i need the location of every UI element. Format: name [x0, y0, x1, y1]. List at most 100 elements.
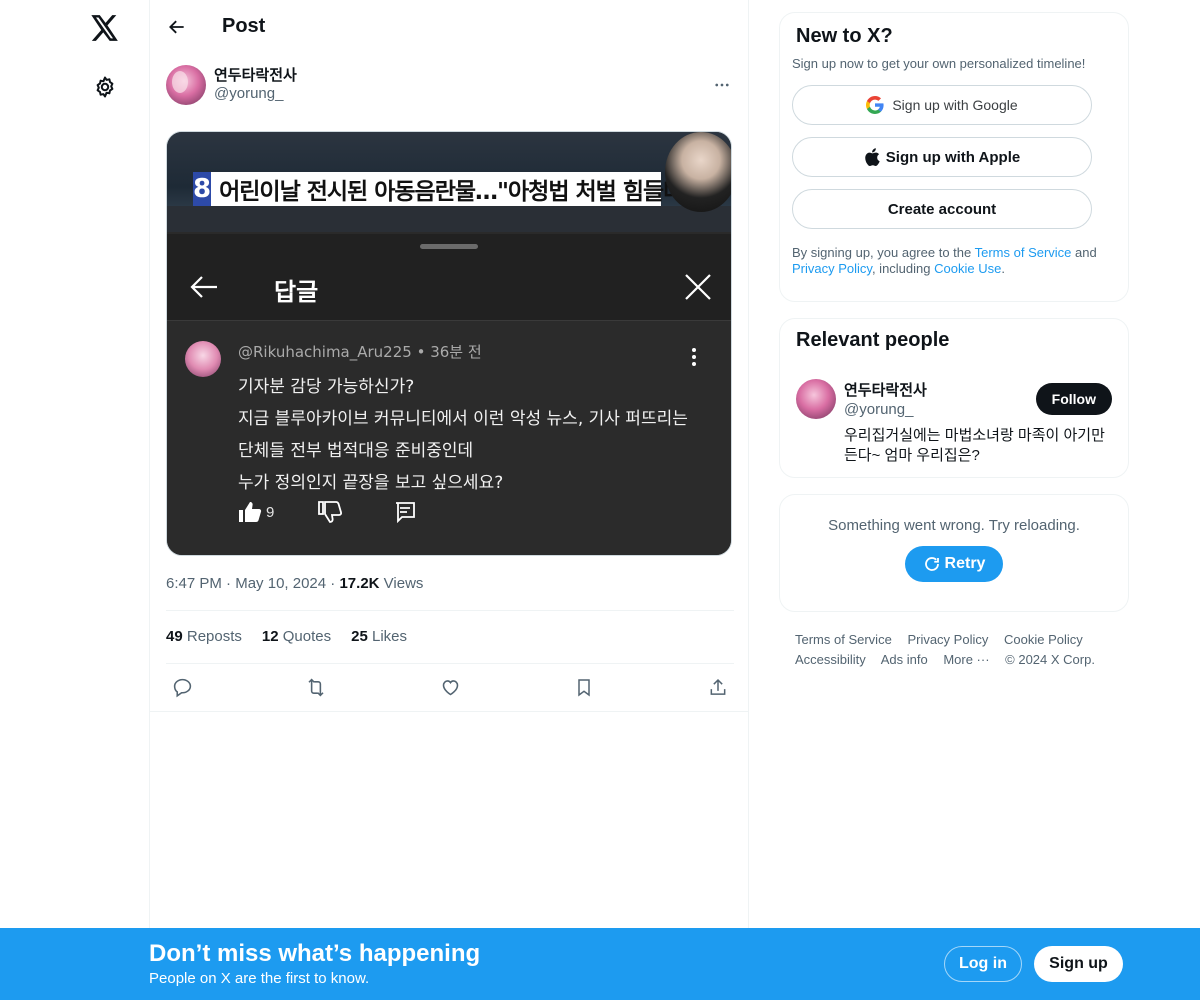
signup-legal-text: By signing up, you agree to the Terms of… — [792, 245, 1112, 277]
arrow-left-icon[interactable] — [166, 16, 188, 38]
bookmark-icon[interactable] — [572, 674, 596, 700]
main-column: Post 연두타락전사 @yorung_ 8 어린이날 전시된 아동음란물…"아… — [149, 0, 749, 1000]
avatar[interactable] — [166, 65, 206, 105]
google-icon — [866, 96, 884, 114]
signup-card-subtitle: Sign up now to get your own personalized… — [792, 56, 1086, 71]
signup-card: New to X? Sign up now to get your own pe… — [779, 12, 1129, 302]
quotes-stat[interactable]: 12 Quotes — [262, 628, 331, 645]
footer-link[interactable]: Accessibility — [795, 652, 866, 667]
footer-link[interactable]: More ··· — [943, 652, 989, 667]
gear-icon[interactable] — [85, 67, 125, 107]
thumbs-down-icon — [318, 501, 343, 523]
news-number: 8 — [193, 172, 212, 206]
post-author: 연두타락전사 @yorung_ — [166, 65, 734, 105]
news-strip — [167, 206, 731, 232]
news-broadcast: 8 어린이날 전시된 아동음란물…"아청법 처벌 힘들다" — [167, 132, 731, 232]
reposts-count: 49 — [166, 628, 183, 645]
legal-prefix: By signing up, you agree to the — [792, 245, 975, 260]
post-actions — [166, 674, 734, 700]
right-sidebar: New to X? Sign up now to get your own pe… — [779, 12, 1129, 670]
divider — [150, 711, 748, 712]
retry-button[interactable]: Retry — [905, 546, 1003, 582]
comment-line: 단체들 전부 법적대응 준비중인데 — [238, 441, 474, 461]
signup-google-button[interactable]: Sign up with Google — [792, 85, 1092, 125]
reposts-label: Reposts — [186, 628, 242, 645]
legal-including: , including — [871, 261, 935, 276]
comment-line: 누가 정의인지 끝장을 보고 싶으세요? — [238, 473, 504, 493]
likes-stat[interactable]: 25 Likes — [351, 628, 407, 645]
comment-user: @Rikuhachima_Aru225 • 36분 전 — [238, 343, 482, 361]
terms-link[interactable]: Terms of Service — [975, 245, 1072, 260]
cookie-link[interactable]: Cookie Use — [934, 261, 1001, 276]
copyright: © 2024 X Corp. — [1005, 652, 1095, 667]
refresh-icon — [924, 557, 939, 571]
follow-button[interactable]: Follow — [1035, 383, 1112, 415]
comment-line: 지금 블루아카이브 커뮤니티에서 이런 악성 뉴스, 기사 퍼뜨리는 — [238, 409, 688, 429]
footer-link[interactable]: Privacy Policy — [907, 632, 988, 647]
likes-label: Likes — [371, 628, 408, 645]
comment-more-icon — [691, 347, 697, 372]
post-meta: 6:47 PM · May 10, 2024 · 17.2K Views — [166, 575, 423, 592]
divider — [166, 610, 734, 611]
person-bio: 우리집거실에는 마법소녀랑 마족이 아기만든다~ 엄마 우리집은? — [844, 427, 1105, 464]
separator-dot: · — [226, 575, 236, 592]
post-stats: 49 Reposts 12 Quotes 25 Likes — [166, 628, 427, 645]
legal-end: . — [1001, 261, 1005, 276]
news-caption: 8 어린이날 전시된 아동음란물…"아청법 처벌 힘들다" — [193, 172, 695, 206]
create-account-button[interactable]: Create account — [792, 189, 1092, 229]
footer-link[interactable]: Terms of Service — [795, 632, 892, 647]
reply-icon[interactable] — [170, 674, 194, 700]
post-date[interactable]: May 10, 2024 — [235, 575, 326, 592]
signup-apple-label: Sign up with Apple — [885, 148, 1021, 166]
reply-icon — [394, 501, 416, 523]
signup-card-title: New to X? — [796, 25, 893, 47]
login-banner: Don’t miss what’s happening People on X … — [0, 928, 1200, 1000]
footer-link[interactable]: Ads info — [881, 652, 928, 667]
news-headline: 어린이날 전시된 아동음란물…"아청법 처벌 힘들다" — [219, 179, 695, 205]
divider — [166, 663, 734, 664]
post-media[interactable]: 8 어린이날 전시된 아동음란물…"아청법 처벌 힘들다" 답글 @Rikuha… — [166, 131, 732, 556]
post-time[interactable]: 6:47 PM — [166, 575, 222, 592]
reply-comment: @Rikuhachima_Aru225 • 36분 전 기자분 감당 가능하신가… — [167, 320, 731, 555]
error-message: Something went wrong. Try reloading. — [828, 517, 1080, 534]
author-handle[interactable]: @yorung_ — [214, 85, 297, 103]
signup-apple-button[interactable]: Sign up with Apple — [792, 137, 1092, 177]
avatar[interactable] — [796, 379, 836, 419]
relevant-people-title: Relevant people — [796, 329, 950, 351]
author-text: 연두타락전사 @yorung_ — [214, 67, 297, 103]
sheet-back-icon — [189, 274, 219, 305]
person-handle[interactable]: @yorung_ — [844, 401, 913, 418]
person-name[interactable]: 연두타락전사 — [844, 379, 927, 400]
quotes-label: Quotes — [282, 628, 332, 645]
x-logo-icon[interactable] — [85, 8, 125, 48]
author-name[interactable]: 연두타락전사 — [214, 67, 297, 85]
banner-title: Don’t miss what’s happening — [149, 940, 481, 967]
comment-text: 기자분 감당 가능하신가? 지금 블루아카이브 커뮤니티에서 이런 악성 뉴스,… — [238, 371, 688, 499]
banner-subtitle: People on X are the first to know. — [149, 970, 370, 987]
comment-avatar — [185, 341, 221, 377]
comment-actions: 9 — [238, 501, 416, 523]
apple-icon — [864, 148, 880, 166]
share-icon[interactable] — [706, 674, 730, 700]
repost-icon[interactable] — [304, 674, 328, 700]
error-card: Something went wrong. Try reloading. Ret… — [779, 494, 1129, 612]
sheet-drag-handle — [420, 244, 478, 249]
views-count: 17.2K — [339, 575, 380, 592]
login-button[interactable]: Log in — [944, 946, 1022, 982]
signup-google-label: Sign up with Google — [892, 97, 1018, 113]
left-nav — [0, 0, 150, 1000]
footer-link[interactable]: Cookie Policy — [1004, 632, 1083, 647]
quotes-count: 12 — [261, 628, 279, 645]
more-icon[interactable] — [710, 73, 734, 97]
page-title: Post — [222, 15, 266, 37]
sheet-close-icon — [683, 272, 713, 307]
signup-button[interactable]: Sign up — [1034, 946, 1123, 982]
comment-like-count: 9 — [266, 503, 275, 521]
like-icon[interactable] — [438, 674, 462, 700]
privacy-link[interactable]: Privacy Policy — [792, 261, 872, 276]
likes-count: 25 — [351, 628, 368, 645]
reposts-stat[interactable]: 49 Reposts — [166, 628, 242, 645]
relevant-people-card: Relevant people 연두타락전사 @yorung_ Follow 우… — [779, 318, 1129, 478]
sheet-title: 답글 — [274, 278, 319, 306]
thumbs-up-icon — [238, 501, 262, 523]
